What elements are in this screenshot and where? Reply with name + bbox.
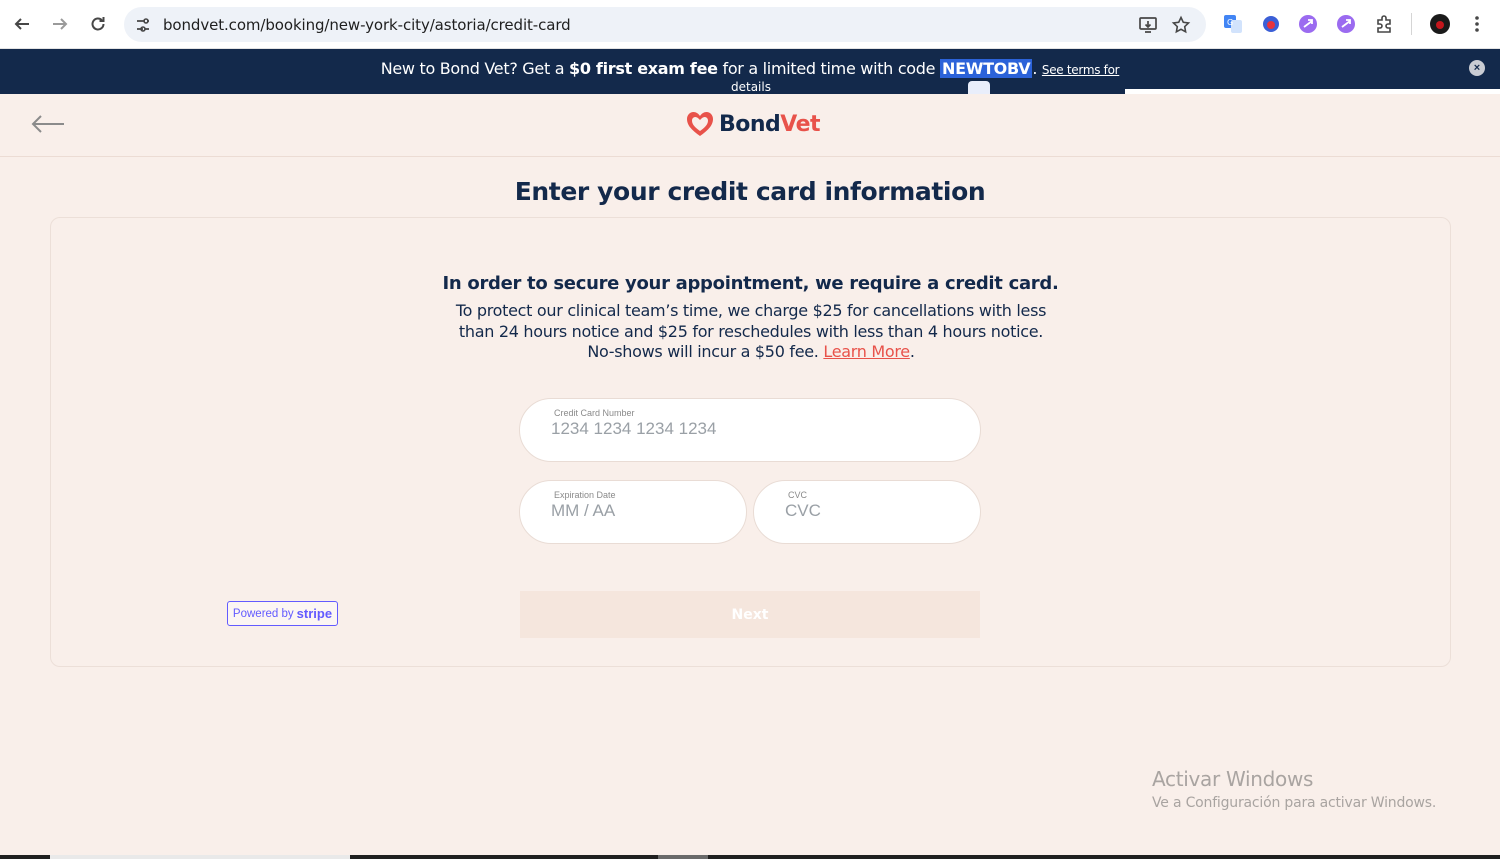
learn-more-link[interactable]: Learn More	[823, 342, 910, 361]
install-app-icon[interactable]	[1138, 15, 1158, 35]
watermark-subtitle: Ve a Configuración para activar Windows.	[1152, 795, 1437, 811]
expiration-date-label: Expiration Date	[554, 490, 616, 500]
promo-text-end: .	[1032, 59, 1042, 78]
svg-text:G: G	[1227, 18, 1233, 27]
taskbar-app-indicator[interactable]	[50, 855, 350, 859]
promo-terms-link-continued[interactable]: details	[731, 80, 771, 94]
credit-card-panel: In order to secure your appointment, we …	[50, 217, 1451, 667]
logo-vet: Vet	[780, 111, 821, 137]
cancellation-policy-text: To protect our clinical team’s time, we …	[451, 301, 1051, 363]
expiration-date-field[interactable]: Expiration Date	[519, 480, 747, 544]
translate-extension-icon[interactable]: G	[1222, 13, 1244, 35]
cvc-field[interactable]: CVC	[753, 480, 981, 544]
back-arrow-icon[interactable]	[30, 112, 66, 136]
logo-bond: Bond	[719, 111, 781, 137]
card-number-field[interactable]: Credit Card Number	[519, 398, 981, 462]
bug-extension-icon[interactable]	[1260, 13, 1282, 35]
profile-avatar[interactable]	[1429, 13, 1451, 35]
taskbar-app-indicator-2[interactable]	[658, 855, 708, 859]
promo-text-middle: for a limited time with code	[717, 59, 940, 78]
page-title: Enter your credit card information	[514, 177, 986, 206]
stripe-wordmark: stripe	[296, 606, 333, 621]
site-header: BondVet	[0, 94, 1500, 157]
bookmark-star-icon[interactable]	[1171, 15, 1191, 35]
watermark-title: Activar Windows	[1152, 767, 1314, 791]
policy-text: To protect our clinical team’s time, we …	[455, 301, 1047, 361]
card-heading: In order to secure your appointment, we …	[442, 273, 1059, 294]
promo-text-start: New to Bond Vet? Get a	[380, 59, 569, 78]
browser-toolbar: bondvet.com/booking/new-york-city/astori…	[0, 0, 1500, 49]
promo-banner: New to Bond Vet? Get a $0 first exam fee…	[0, 49, 1500, 94]
address-bar[interactable]: bondvet.com/booking/new-york-city/astori…	[124, 7, 1206, 42]
reload-icon[interactable]	[86, 12, 110, 36]
heart-shield-logo-icon	[687, 112, 713, 136]
promo-highlight: $0 first exam fee	[569, 59, 718, 78]
expiration-date-input[interactable]	[551, 501, 732, 521]
promo-code: NEWTOBV	[940, 59, 1033, 78]
promo-terms-link[interactable]: See terms for	[1042, 63, 1120, 77]
browser-menu-icon[interactable]	[1466, 13, 1488, 35]
powered-by-text: Powered by	[232, 607, 294, 620]
back-icon[interactable]	[10, 12, 34, 36]
card-number-input[interactable]	[551, 419, 919, 439]
extensions-puzzle-icon[interactable]	[1373, 13, 1395, 35]
policy-text-end: .	[909, 342, 915, 361]
chat-widget-tab[interactable]	[968, 81, 990, 94]
purple-extension-icon-2[interactable]	[1335, 13, 1357, 35]
powered-by-stripe-badge[interactable]: Powered by stripe	[227, 601, 338, 626]
toolbar-divider	[1411, 13, 1412, 35]
windows-activation-watermark: Activar Windows Ve a Configuración para …	[1152, 767, 1436, 811]
cvc-label: CVC	[788, 490, 808, 500]
card-number-label: Credit Card Number	[554, 408, 635, 418]
purple-extension-icon[interactable]	[1297, 13, 1319, 35]
bondvet-logo[interactable]: BondVet	[685, 110, 821, 138]
site-settings-icon[interactable]	[134, 16, 152, 34]
logo-wordmark: BondVet	[719, 111, 821, 137]
close-icon[interactable]: ×	[1469, 60, 1485, 76]
next-button[interactable]: Next	[520, 591, 980, 638]
url-text[interactable]: bondvet.com/booking/new-york-city/astori…	[163, 16, 571, 34]
taskbar	[0, 855, 1500, 859]
cvc-input[interactable]	[785, 501, 966, 521]
forward-icon[interactable]	[48, 12, 72, 36]
promo-text: New to Bond Vet? Get a $0 first exam fee…	[0, 59, 1500, 78]
